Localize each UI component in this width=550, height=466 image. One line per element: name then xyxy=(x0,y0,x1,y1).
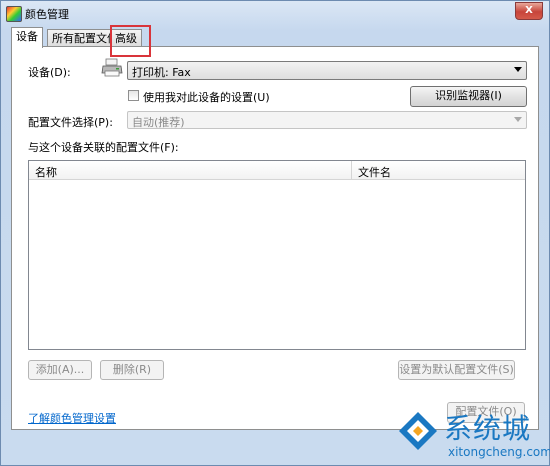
column-header-filename[interactable]: 文件名 xyxy=(358,164,391,180)
remove-profile-button[interactable]: 删除(R) xyxy=(100,360,164,380)
profile-selection-select[interactable]: 自动(推荐) xyxy=(127,111,527,129)
watermark-subtext: xitongcheng.com xyxy=(448,445,550,459)
device-label: 设备(D): xyxy=(28,66,71,79)
window-title: 颜色管理 xyxy=(25,8,69,21)
xitongcheng-logo-icon xyxy=(399,412,437,450)
site-watermark: 系统城 xitongcheng.com xyxy=(394,405,550,463)
tab-devices[interactable]: 设备 xyxy=(11,27,43,48)
associated-profiles-label: 与这个设备关联的配置文件(F): xyxy=(28,141,179,154)
device-select-value: 打印机: Fax xyxy=(132,66,191,79)
advanced-tab-highlight-box xyxy=(110,25,151,57)
chevron-down-icon xyxy=(514,117,522,122)
printer-icon xyxy=(101,58,123,77)
list-header: 名称 文件名 xyxy=(29,161,525,180)
use-my-settings-label: 使用我对此设备的设置(U) xyxy=(143,91,270,104)
title-bar: 颜色管理 X xyxy=(1,1,549,25)
device-select[interactable]: 打印机: Fax xyxy=(127,61,527,80)
column-divider xyxy=(351,161,352,179)
column-header-name[interactable]: 名称 xyxy=(35,164,57,180)
close-button[interactable]: X xyxy=(515,2,543,20)
color-management-icon xyxy=(6,6,22,22)
chevron-down-icon xyxy=(514,67,522,72)
profile-selection-label: 配置文件选择(P): xyxy=(28,116,113,129)
add-profile-button[interactable]: 添加(A)... xyxy=(28,360,92,380)
profile-selection-value: 自动(推荐) xyxy=(132,116,185,129)
use-my-settings-checkbox[interactable] xyxy=(128,90,139,101)
identify-monitors-button[interactable]: 识别监视器(I) xyxy=(410,86,527,107)
associated-profiles-list[interactable]: 名称 文件名 xyxy=(28,160,526,350)
watermark-text: 系统城 xyxy=(444,412,532,445)
learn-color-management-link[interactable]: 了解颜色管理设置 xyxy=(28,410,116,426)
set-default-profile-button[interactable]: 设置为默认配置文件(S) xyxy=(398,360,515,380)
color-management-window: 颜色管理 X 设备 所有配置文件 高级 设备(D): 打印机: Fax 使用我对… xyxy=(0,0,550,466)
